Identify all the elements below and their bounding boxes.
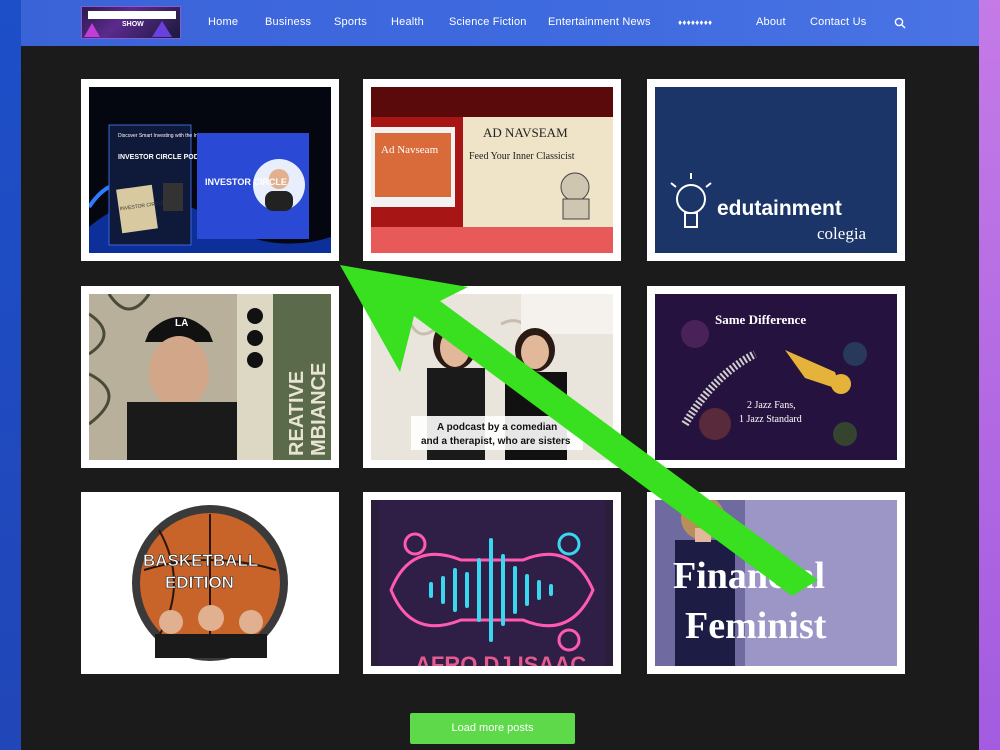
post-card-basketball-edition[interactable]: BASKETBALL EDITION (81, 492, 339, 674)
creative-text: REATIVE (286, 371, 308, 456)
post-thumbnail-same-difference[interactable]: Same Difference 2 Jazz Fans, 1 Jazz Stan… (655, 294, 897, 460)
top-navbar: SHOW Home Business Sports Health Science… (21, 0, 979, 46)
investor-circle-card-title: INVESTOR CIRCLE (205, 177, 287, 187)
edutainment-title: edutainment (717, 197, 842, 220)
post-card-sisters-podcast[interactable]: A podcast by a comedian and a therapist,… (363, 286, 621, 468)
ad-navseam-screen-text: Ad Navseam (381, 144, 439, 156)
post-card-edutainment[interactable]: edutainment colegia (647, 79, 905, 261)
post-thumbnail-ad-navseam[interactable]: Ad Navseam AD NAVSEAM Feed Your Inner Cl… (371, 87, 613, 253)
logo-text: SHOW (122, 21, 144, 28)
nav-item-masked[interactable]: ♦♦♦♦♦♦♦♦ (678, 18, 712, 27)
post-card-same-difference[interactable]: Same Difference 2 Jazz Fans, 1 Jazz Stan… (647, 286, 905, 468)
same-difference-line1: 2 Jazz Fans, (747, 400, 796, 411)
right-border-strip (979, 0, 1000, 750)
post-thumbnail-investor-circle[interactable]: Discover Smart Investing with the Invest… (89, 87, 331, 253)
ad-navseam-title: AD NAVSEAM (483, 125, 568, 140)
feminist-title: Feminist (685, 605, 827, 647)
logo-shape-right (152, 21, 172, 37)
load-more-button[interactable]: Load more posts (410, 713, 575, 744)
ambiance-text: MBIANCE (308, 363, 330, 456)
nav-item-science-fiction[interactable]: Science Fiction (449, 16, 527, 28)
basketball-title: BASKETBALL (143, 551, 258, 570)
post-card-ad-navseam[interactable]: Ad Navseam AD NAVSEAM Feed Your Inner Cl… (363, 79, 621, 261)
sisters-caption-line2: and a therapist, who are sisters (421, 436, 571, 447)
site-logo[interactable]: SHOW (81, 6, 181, 39)
nav-item-contact-us[interactable]: Contact Us (810, 16, 866, 28)
nav-item-entertainment-news[interactable]: Entertainment News (548, 16, 651, 28)
nav-item-health[interactable]: Health (391, 16, 424, 28)
cap-logo: LA (175, 318, 188, 329)
post-thumbnail-basketball-edition[interactable]: BASKETBALL EDITION (89, 500, 331, 666)
post-card-investor-circle[interactable]: Discover Smart Investing with the Invest… (81, 79, 339, 261)
ad-navseam-subtitle: Feed Your Inner Classicist (469, 151, 575, 162)
sisters-caption-line1: A podcast by a comedian (437, 422, 557, 433)
logo-shape-left (84, 23, 100, 37)
edition-title: EDITION (165, 573, 234, 592)
nav-item-business[interactable]: Business (265, 16, 311, 28)
nav-item-sports[interactable]: Sports (334, 16, 367, 28)
post-thumbnail-financial-feminist[interactable]: Financial Feminist (655, 500, 897, 666)
financial-title: Financial (673, 555, 825, 597)
post-thumbnail-afro-dj-isaac[interactable]: AFRO DJ ISAAC (371, 500, 613, 666)
page: SHOW Home Business Sports Health Science… (21, 0, 979, 750)
nav-item-about[interactable]: About (756, 16, 786, 28)
post-thumbnail-creative-ambiance[interactable]: LA REATIVE MBIANCE (89, 294, 331, 460)
search-icon[interactable] (894, 17, 906, 29)
same-difference-title: Same Difference (715, 312, 806, 327)
post-card-financial-feminist[interactable]: Financial Feminist (647, 492, 905, 674)
post-thumbnail-edutainment[interactable]: edutainment colegia (655, 87, 897, 253)
post-card-afro-dj-isaac[interactable]: AFRO DJ ISAAC (363, 492, 621, 674)
same-difference-line2: 1 Jazz Standard (739, 414, 802, 425)
post-thumbnail-sisters-podcast[interactable]: A podcast by a comedian and a therapist,… (371, 294, 613, 460)
left-border-strip (0, 0, 21, 750)
post-card-creative-ambiance[interactable]: LA REATIVE MBIANCE (81, 286, 339, 468)
afro-dj-isaac-title: AFRO DJ ISAAC (415, 652, 586, 666)
nav-item-home[interactable]: Home (208, 16, 238, 28)
colegia-subtitle: colegia (817, 224, 867, 243)
logo-bar (88, 11, 176, 19)
